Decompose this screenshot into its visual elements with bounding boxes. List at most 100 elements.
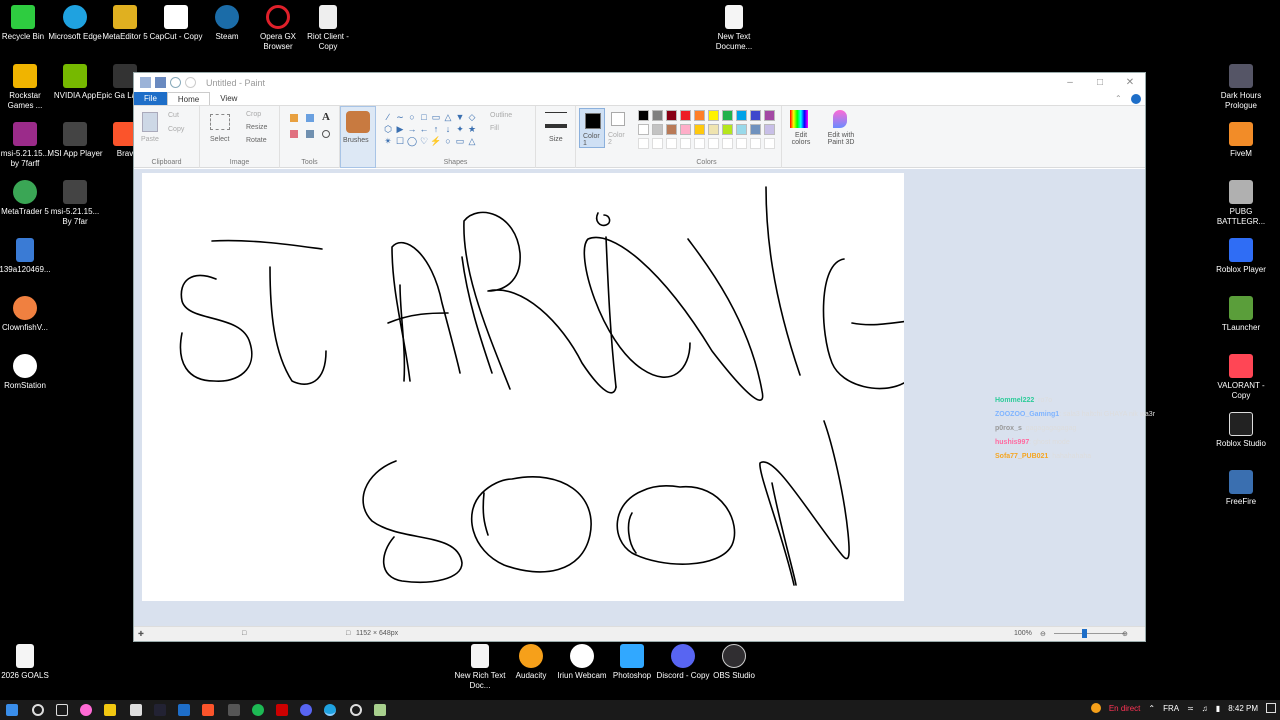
- tab-view[interactable]: View: [210, 92, 247, 105]
- palette-swatch[interactable]: [708, 124, 719, 135]
- palette-swatch[interactable]: [652, 124, 663, 135]
- collapse-ribbon-icon[interactable]: ⌃: [1115, 94, 1125, 104]
- desktop-icon-capcut[interactable]: CapCut - Copy: [147, 5, 205, 42]
- start-button[interactable]: [6, 704, 18, 716]
- spotify-icon[interactable]: [252, 704, 264, 716]
- edge-icon[interactable]: [324, 704, 336, 716]
- help-icon[interactable]: [1131, 93, 1141, 104]
- palette-swatch[interactable]: [764, 110, 775, 121]
- desktop-icon-tlauncher[interactable]: TLauncher: [1212, 296, 1270, 333]
- obs-icon[interactable]: [350, 704, 362, 716]
- magnifier-icon[interactable]: [322, 130, 330, 138]
- palette-swatch[interactable]: [638, 124, 649, 135]
- desktop-icon-riot-client[interactable]: Riot Client - Copy: [299, 5, 357, 52]
- taskbar-app-icon[interactable]: [276, 704, 288, 716]
- copy-button[interactable]: Copy: [168, 126, 184, 133]
- palette-swatch[interactable]: [750, 124, 761, 135]
- pencil-icon[interactable]: [290, 114, 298, 122]
- notification-icon[interactable]: [1266, 703, 1276, 713]
- palette-swatch-empty[interactable]: [652, 138, 663, 149]
- keyboard-layout[interactable]: FRA: [1163, 704, 1179, 713]
- paint-icon[interactable]: [374, 704, 386, 716]
- maximize-button[interactable]: □: [1085, 77, 1115, 88]
- palette-swatch[interactable]: [694, 110, 705, 121]
- palette-swatch[interactable]: [722, 124, 733, 135]
- tab-home[interactable]: Home: [166, 92, 211, 105]
- desktop-icon-new-text-doc[interactable]: New Text Docume...: [705, 5, 763, 52]
- palette-swatch[interactable]: [694, 124, 705, 135]
- desktop-icon-audacity[interactable]: Audacity: [502, 644, 560, 681]
- desktop-icon-msi-player-2[interactable]: msi-5.21.15... By 7far: [46, 180, 104, 227]
- chevron-up-icon[interactable]: ⌃: [1148, 704, 1155, 713]
- brave-icon[interactable]: [202, 704, 214, 716]
- palette-swatch[interactable]: [708, 110, 719, 121]
- outline-button[interactable]: Outline: [490, 112, 512, 119]
- desktop-icon-steam[interactable]: Steam: [198, 5, 256, 42]
- palette-swatch[interactable]: [666, 124, 677, 135]
- palette-swatch[interactable]: [764, 124, 775, 135]
- palette-swatch-empty[interactable]: [764, 138, 775, 149]
- crop-button[interactable]: Crop: [246, 111, 261, 118]
- file-explorer-icon[interactable]: [104, 704, 116, 716]
- copilot-icon[interactable]: [80, 704, 92, 716]
- minimize-button[interactable]: –: [1055, 77, 1085, 88]
- brushes-button[interactable]: Brushes: [340, 106, 376, 168]
- zoom-slider-track[interactable]: [1054, 633, 1124, 634]
- desktop-icon-discord[interactable]: Discord - Copy: [654, 644, 712, 681]
- save-icon[interactable]: [155, 77, 166, 88]
- discord-icon[interactable]: [300, 704, 312, 716]
- desktop-icon-valorant[interactable]: VALORANT - Copy: [1212, 354, 1270, 401]
- palette-swatch-empty[interactable]: [708, 138, 719, 149]
- desktop-icon-photoshop[interactable]: Photoshop: [603, 644, 661, 681]
- palette-swatch[interactable]: [736, 110, 747, 121]
- palette-swatch[interactable]: [638, 110, 649, 121]
- size-icon[interactable]: [545, 112, 567, 128]
- taskbar-app-icon[interactable]: [154, 704, 166, 716]
- color-picker-icon[interactable]: [306, 130, 314, 138]
- shapes-gallery[interactable]: ∕ ∼ ○ □ ▭ △ ▼ ◇ ⬡ ▶ → ← ↑ ↓ ✦ ★ ✴ ☐ ◯ ♡ ⚡ ○ ▭ △: [382, 112, 478, 148]
- search-icon[interactable]: [32, 704, 44, 716]
- rotate-button[interactable]: Rotate: [246, 137, 267, 144]
- zoom-slider-thumb[interactable]: [1082, 629, 1087, 638]
- color1-button[interactable]: Color 1: [579, 108, 605, 148]
- desktop-icon-pubg[interactable]: PUBG BATTLEGR...: [1212, 180, 1270, 227]
- desktop-icon-dark-hours[interactable]: Dark Hours Prologue: [1212, 64, 1270, 111]
- undo-icon[interactable]: [170, 77, 181, 88]
- resize-button[interactable]: Resize: [246, 124, 267, 131]
- palette-swatch-empty[interactable]: [680, 138, 691, 149]
- edit-colors-button[interactable]: Edit colors: [782, 106, 818, 168]
- desktop-icon-clownfish[interactable]: ClownfishV...: [0, 296, 54, 333]
- tab-file[interactable]: File: [134, 92, 167, 105]
- desktop-icon-image-file[interactable]: 139a120469...: [0, 238, 54, 275]
- desktop-icon-fivem[interactable]: FiveM: [1212, 122, 1270, 159]
- paste-button[interactable]: Paste: [141, 136, 159, 143]
- palette-swatch-empty[interactable]: [666, 138, 677, 149]
- palette-swatch-empty[interactable]: [750, 138, 761, 149]
- desktop-icon-recycle-bin[interactable]: Recycle Bin: [0, 5, 52, 42]
- zoom-in-button[interactable]: ⊕: [1122, 630, 1128, 638]
- fill-button[interactable]: Fill: [490, 125, 499, 132]
- palette-swatch-empty[interactable]: [722, 138, 733, 149]
- desktop-icon-2026-goals[interactable]: 2026 GOALS: [0, 644, 54, 681]
- taskbar-app-icon[interactable]: [178, 704, 190, 716]
- select-button[interactable]: Select: [210, 136, 229, 143]
- desktop-icon-roblox-player[interactable]: Roblox Player: [1212, 238, 1270, 275]
- palette-swatch[interactable]: [750, 110, 761, 121]
- taskbar-app-icon[interactable]: [228, 704, 240, 716]
- edit-with-paint3d-button[interactable]: Edit with Paint 3D: [818, 106, 864, 168]
- palette-swatch-empty[interactable]: [694, 138, 705, 149]
- zoom-out-button[interactable]: ⊖: [1040, 630, 1046, 638]
- desktop-icon-new-rich-text[interactable]: New Rich Text Doc...: [451, 644, 509, 691]
- desktop-icon-freefire[interactable]: FreeFire: [1212, 470, 1270, 507]
- select-icon[interactable]: [210, 114, 230, 130]
- palette-swatch[interactable]: [666, 110, 677, 121]
- size-button[interactable]: Size: [549, 136, 563, 143]
- text-tool-icon[interactable]: A: [322, 111, 330, 123]
- redo-icon[interactable]: [185, 77, 196, 88]
- paste-icon[interactable]: [142, 112, 158, 132]
- drawing-canvas[interactable]: [142, 173, 904, 601]
- close-button[interactable]: ✕: [1115, 77, 1145, 88]
- live-status[interactable]: En direct: [1109, 704, 1141, 713]
- desktop-icon-romstation[interactable]: RomStation: [0, 354, 54, 391]
- palette-swatch-empty[interactable]: [736, 138, 747, 149]
